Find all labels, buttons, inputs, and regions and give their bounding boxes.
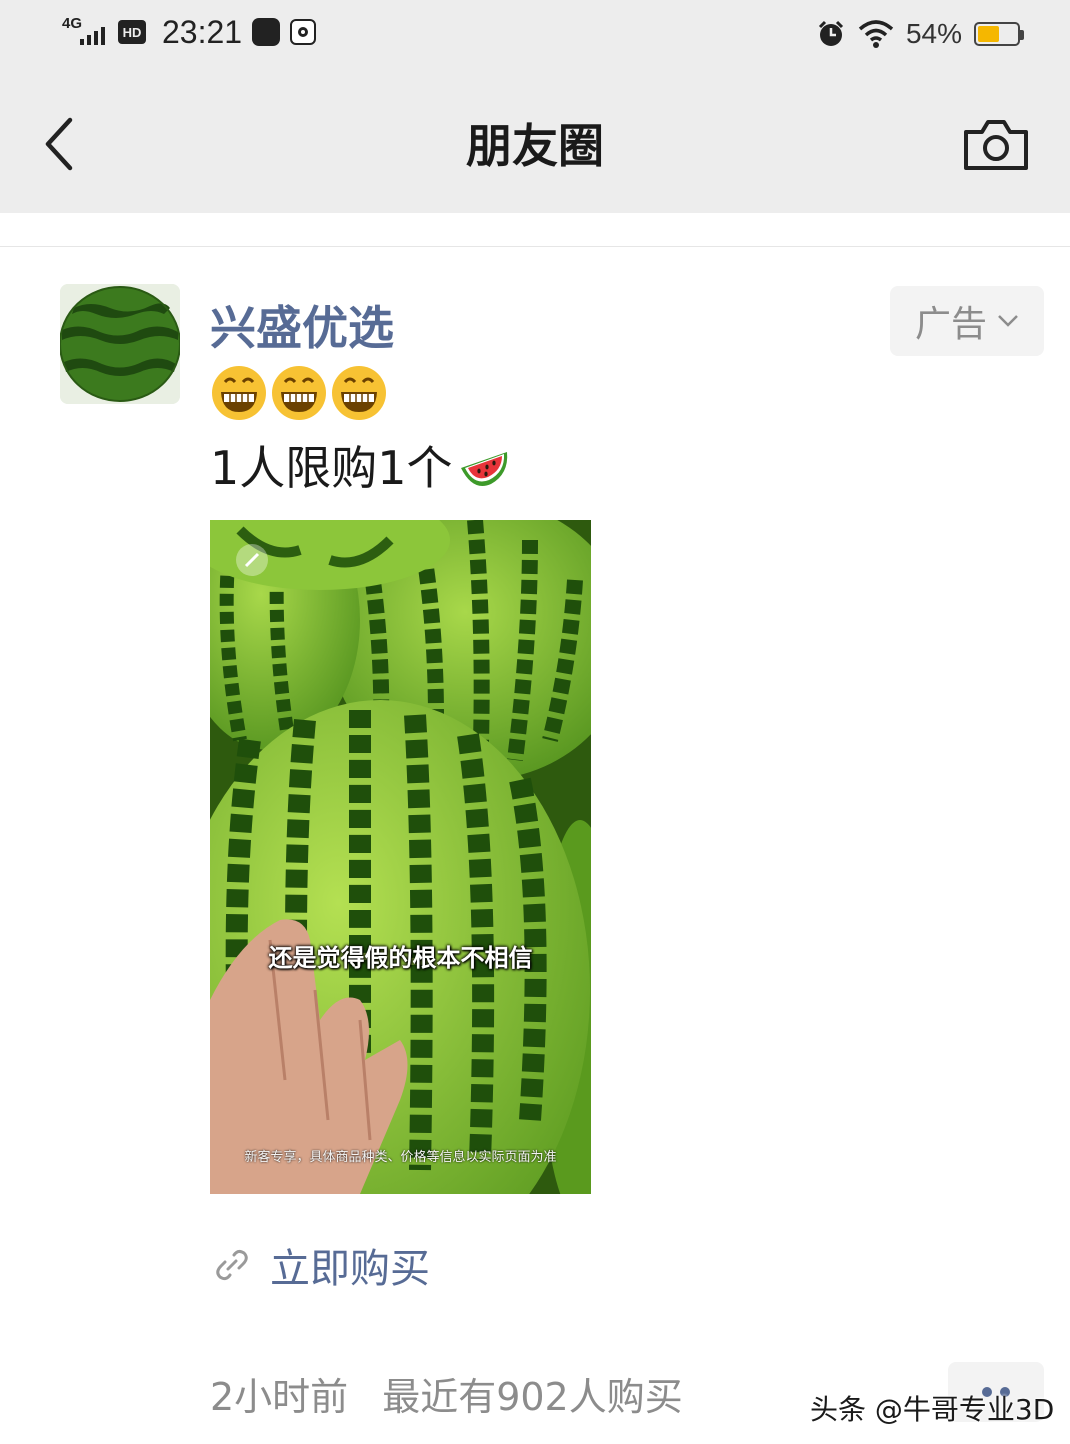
- post-time: 2小时前: [210, 1375, 349, 1419]
- purchase-stats: 最近有902人购买: [382, 1375, 683, 1419]
- ad-tag[interactable]: 广告: [890, 286, 1044, 356]
- divider: [0, 246, 1070, 247]
- watermark: 头条 @牛哥专业3D: [810, 1393, 1055, 1426]
- link-icon: [216, 1249, 248, 1281]
- alarm-icon: [818, 20, 844, 46]
- chevron-down-icon: [998, 315, 1018, 327]
- video-disclaimer: 新客专享，具体商品种类、价格等信息以实际页面为准: [244, 1150, 557, 1165]
- avatar[interactable]: [60, 284, 180, 404]
- battery-icon: [974, 22, 1024, 46]
- hd-icon: HD: [118, 20, 146, 44]
- status-bar: 4G HD 23:21 54%: [0, 0, 1070, 70]
- grinning-face-emoji: [332, 366, 386, 420]
- post-video[interactable]: [210, 520, 591, 1194]
- author-name[interactable]: 兴盛优选: [210, 292, 394, 358]
- post-text-content: 1人限购1个: [210, 441, 453, 495]
- network-label: 4G: [62, 15, 83, 32]
- buy-now-label: 立即购买: [270, 1246, 430, 1292]
- post-text: 1人限购1个: [210, 432, 511, 498]
- signal-icon: 4G: [62, 15, 108, 49]
- nav-bar: 朋友圈: [0, 70, 1070, 213]
- watermelon-emoji: [460, 452, 507, 486]
- ad-label: 广告: [914, 304, 987, 345]
- page-title: 朋友圈: [466, 119, 604, 173]
- post-meta: 2小时前 最近有902人购买: [210, 1366, 683, 1421]
- buy-now-link[interactable]: 立即购买: [212, 1236, 430, 1294]
- grinning-face-emoji: [272, 366, 326, 420]
- wifi-icon: [858, 20, 894, 48]
- battery-percent: 54%: [905, 18, 962, 49]
- app-icon: [252, 18, 281, 46]
- video-caption: 还是觉得假的根本不相信: [268, 944, 533, 972]
- camera-icon[interactable]: [960, 114, 1032, 174]
- grinning-face-emoji: [212, 366, 266, 420]
- notification-icon: [290, 19, 317, 45]
- status-time: 23:21: [162, 13, 243, 50]
- emoji-row: [210, 364, 388, 424]
